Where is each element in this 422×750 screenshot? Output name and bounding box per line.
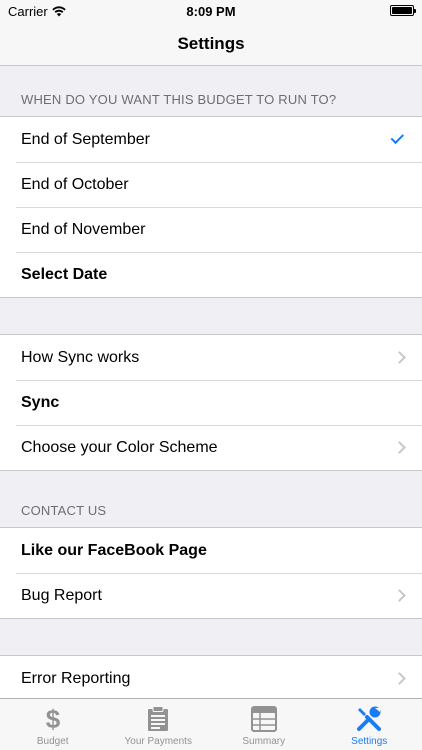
table-icon — [249, 705, 279, 733]
chevron-right-icon — [393, 672, 406, 685]
item-label: Sync — [21, 393, 60, 411]
facebook-page-button[interactable]: Like our FaceBook Page — [0, 528, 422, 573]
sync-group: How Sync works Sync Choose your Color Sc… — [0, 334, 422, 471]
section-header-budget-range: WHEN DO YOU WANT THIS BUDGET TO RUN TO? — [21, 92, 337, 107]
option-label: End of October — [21, 175, 129, 193]
select-date-button[interactable]: Select Date — [0, 252, 422, 297]
page-title: Settings — [177, 33, 245, 53]
chevron-right-icon — [393, 441, 406, 454]
item-label: Bug Report — [21, 586, 102, 604]
tab-label: Settings — [351, 736, 388, 747]
item-label: How Sync works — [21, 348, 140, 366]
item-label: Error Reporting — [21, 669, 131, 687]
status-time: 8:09 PM — [186, 4, 236, 19]
budget-range-group: End of September End of October End of N… — [0, 116, 422, 298]
tab-summary[interactable]: Summary — [211, 699, 317, 750]
svg-text:$: $ — [46, 705, 61, 733]
sync-button[interactable]: Sync — [0, 380, 422, 425]
chevron-right-icon — [393, 589, 406, 602]
section-header-contact: CONTACT US — [21, 503, 107, 518]
tools-icon — [354, 705, 384, 733]
option-end-of-september[interactable]: End of September — [0, 117, 422, 162]
bug-report-item[interactable]: Bug Report — [0, 573, 422, 618]
error-reporting-item[interactable]: Error Reporting — [0, 656, 422, 698]
tab-settings[interactable]: Settings — [317, 699, 422, 750]
checkmark-icon — [390, 130, 405, 145]
dollar-icon: $ — [38, 705, 68, 733]
option-label: Select Date — [21, 265, 108, 283]
color-scheme-item[interactable]: Choose your Color Scheme — [0, 425, 422, 470]
option-label: End of November — [21, 220, 146, 238]
option-label: End of September — [21, 130, 150, 148]
option-end-of-october[interactable]: End of October — [0, 162, 422, 207]
item-label: Like our FaceBook Page — [21, 541, 207, 559]
how-sync-works-item[interactable]: How Sync works — [0, 335, 422, 380]
tab-label: Your Payments — [124, 736, 192, 747]
tab-bar: $ Budget Your Payments Summary Settings — [0, 698, 422, 750]
tab-label: Budget — [36, 736, 69, 747]
contact-group: Like our FaceBook Page Bug Report — [0, 527, 422, 619]
tab-budget[interactable]: $ Budget — [0, 699, 106, 750]
status-bar: Carrier 8:09 PM — [0, 0, 422, 22]
battery-icon — [390, 5, 416, 16]
tab-label: Summary — [242, 736, 286, 747]
tab-your-payments[interactable]: Your Payments — [106, 699, 212, 750]
navigation-bar: Settings — [0, 22, 422, 66]
error-group: Error Reporting — [0, 655, 422, 698]
option-end-of-november[interactable]: End of November — [0, 207, 422, 252]
chevron-right-icon — [393, 351, 406, 364]
clipboard-icon — [143, 705, 173, 733]
item-label: Choose your Color Scheme — [21, 438, 218, 456]
settings-list[interactable]: WHEN DO YOU WANT THIS BUDGET TO RUN TO? … — [0, 66, 422, 698]
